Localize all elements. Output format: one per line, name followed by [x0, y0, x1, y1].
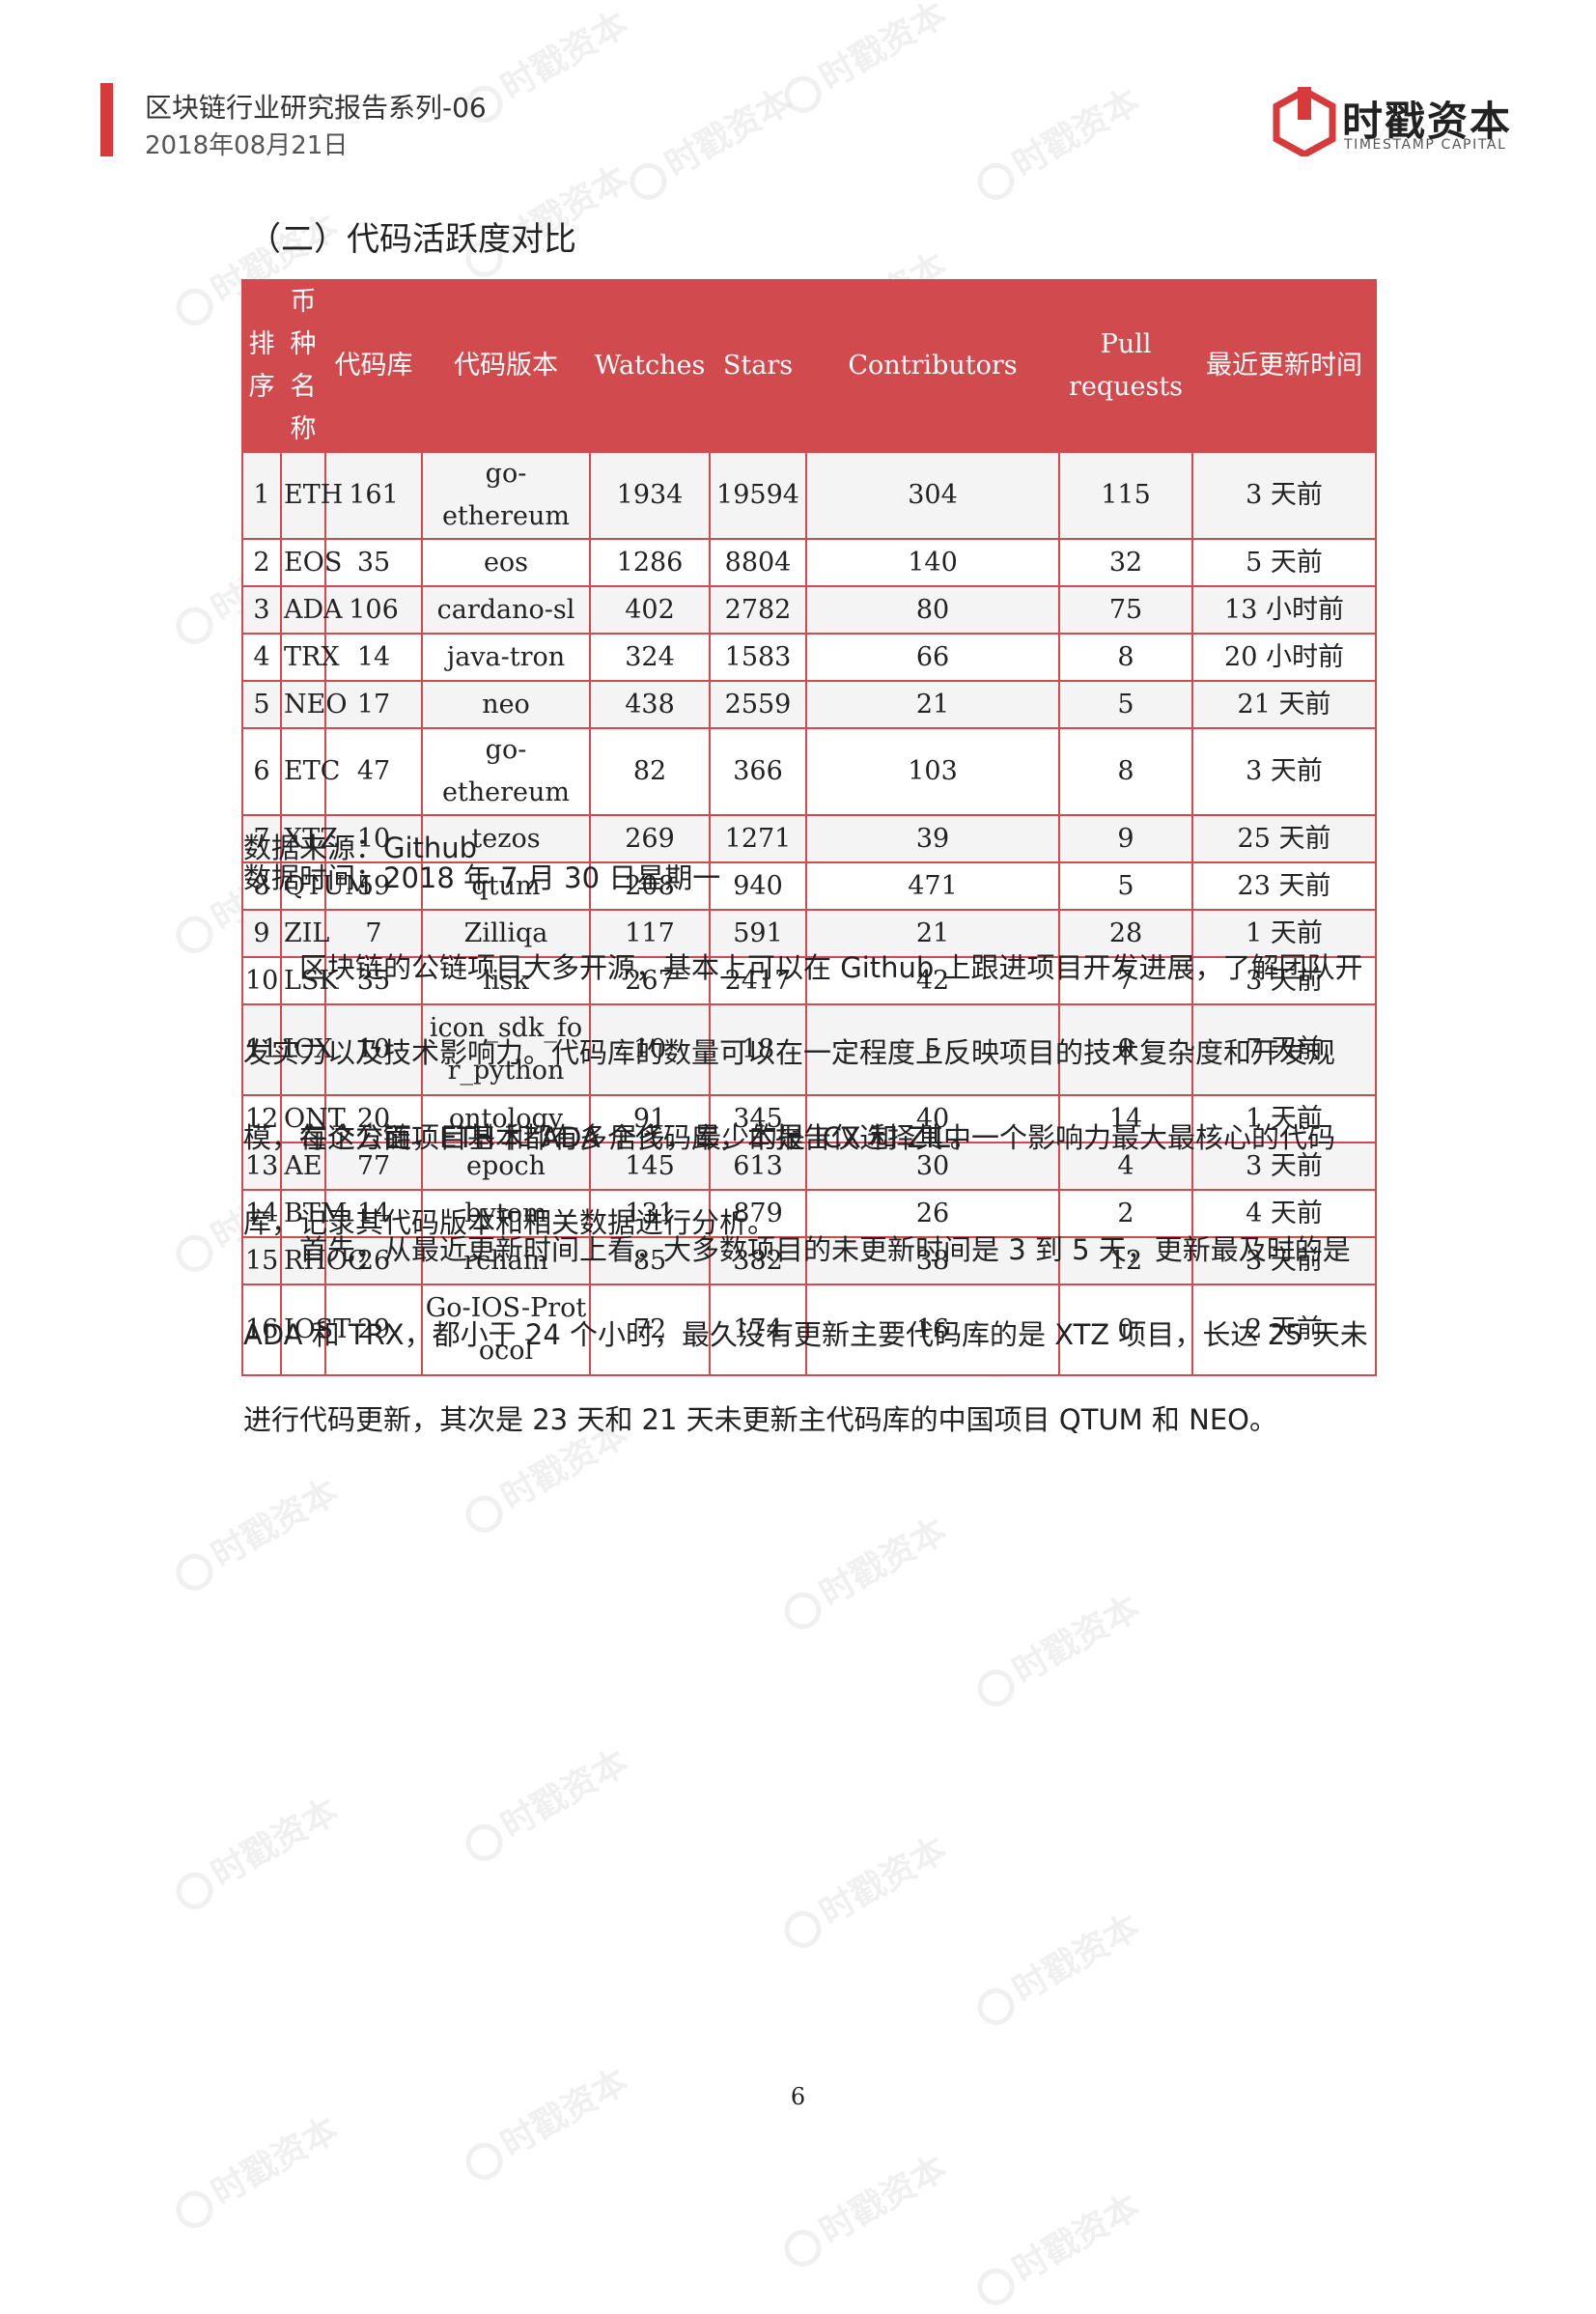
page-number: 6 — [790, 2083, 806, 2110]
cell-pull-requests: 8 — [1058, 727, 1193, 816]
cell-rank: 6 — [241, 727, 282, 816]
header-contributors: Contributors — [805, 279, 1060, 453]
cell-pull-requests: 32 — [1058, 538, 1193, 587]
cell-watches: 438 — [589, 680, 711, 729]
cell-rank: 2 — [241, 538, 282, 587]
cell-pull-requests: 75 — [1058, 585, 1193, 635]
section-heading: （二）代码活跃度对比 — [248, 220, 576, 259]
watermark-logo-icon — [970, 2261, 1022, 2312]
cell-stars: 1271 — [709, 814, 807, 863]
cell-stars: 19594 — [709, 451, 807, 540]
cell-repos: 14 — [324, 633, 423, 682]
table-row: 3 ADA 106 cardano-sl 402 2782 80 75 13 小时前 — [241, 585, 1377, 635]
cell-watches: 324 — [589, 633, 711, 682]
table-row: 6 ETC 47 go-ethereum 82 366 103 8 3 天前 — [241, 727, 1377, 816]
cell-stars: 8804 — [709, 538, 807, 587]
cell-repo-name: neo — [421, 680, 591, 729]
cell-watches: 82 — [589, 727, 711, 816]
table-row: 5 NEO 17 neo 438 2559 21 5 21 天前 — [241, 680, 1377, 729]
cell-coin: EOS — [280, 538, 342, 587]
cell-contributors: 39 — [805, 814, 1060, 863]
table-row: 4 TRX 14 java-tron 324 1583 66 8 20 小时前 — [241, 633, 1377, 682]
header-rank: 排序 — [241, 279, 282, 453]
cell-rank: 3 — [241, 585, 282, 635]
cell-repo-name: go-ethereum — [421, 451, 591, 540]
header-pull-requests: Pull requests — [1058, 279, 1193, 453]
cell-updated: 21 天前 — [1191, 680, 1377, 729]
time-note: 数据时间：2018 年 7 月 30 日星期一 — [243, 861, 721, 894]
cell-contributors: 21 — [805, 680, 1060, 729]
cell-updated: 20 小时前 — [1191, 633, 1377, 682]
table-header-row: 排序 币种 名称 代码库 代码版本 Watches Stars Contribut… — [241, 279, 1377, 453]
cell-updated: 25 天前 — [1191, 814, 1377, 863]
cell-coin: ADA — [280, 585, 343, 635]
paragraph-3: 首先，从最近更新时间上看，大多数项目的未更新时间是 3 到 5 天，更新最及时的… — [243, 1233, 1368, 1436]
logo-subtitle: TIMESTAMP CAPITAL — [1344, 137, 1507, 153]
cell-coin: ETC — [280, 727, 340, 816]
cell-updated: 23 天前 — [1191, 861, 1377, 911]
cell-contributors: 304 — [805, 451, 1060, 540]
cell-stars: 366 — [709, 727, 807, 816]
cell-stars: 1583 — [709, 633, 807, 682]
cell-pull-requests: 8 — [1058, 633, 1193, 682]
cell-contributors: 66 — [805, 633, 1060, 682]
cell-watches: 402 — [589, 585, 711, 635]
cell-contributors: 103 — [805, 727, 1060, 816]
cell-stars: 2782 — [709, 585, 807, 635]
cell-pull-requests: 9 — [1058, 814, 1193, 863]
header-watches: Watches — [589, 279, 711, 453]
header-repo-name: 代码版本 — [421, 279, 591, 453]
cell-watches: 1934 — [589, 451, 711, 540]
cell-contributors: 471 — [805, 861, 1060, 911]
cell-updated: 3 天前 — [1191, 451, 1377, 540]
cell-repo-name: go-ethereum — [421, 727, 591, 816]
cell-rank: 4 — [241, 633, 282, 682]
cell-repo-name: cardano-sl — [421, 585, 591, 635]
cell-repos: 47 — [324, 727, 423, 816]
company-logo: 时戳资本 TIMESTAMP CAPITAL — [1273, 87, 1514, 156]
header-coin: 币种 名称 — [280, 279, 326, 453]
cell-updated: 5 天前 — [1191, 538, 1377, 587]
header-repos: 代码库 — [324, 279, 423, 453]
document-page: 区块链行业研究报告系列-06 2018年08月21日 时戳资本 TIMESTAM… — [0, 0, 1596, 2259]
cell-stars: 940 — [709, 861, 807, 911]
header-updated: 最近更新时间 — [1191, 279, 1377, 453]
cell-pull-requests: 5 — [1058, 680, 1193, 729]
cell-coin: TRX — [280, 633, 340, 682]
cell-coin: NEO — [280, 680, 347, 729]
cell-repo-name: eos — [421, 538, 591, 587]
header-accent-bar — [100, 83, 113, 156]
cell-coin: ETH — [280, 451, 343, 540]
cell-repo-name: java-tron — [421, 633, 591, 682]
cell-updated: 13 小时前 — [1191, 585, 1377, 635]
table-row: 1 ETH 161 go-ethereum 1934 19594 304 115 3 天前 — [241, 451, 1377, 540]
header-stars: Stars — [709, 279, 807, 453]
cell-contributors: 80 — [805, 585, 1060, 635]
cell-pull-requests: 5 — [1058, 861, 1193, 911]
report-date: 2018年08月21日 — [145, 131, 349, 160]
table-row: 2 EOS 35 eos 1286 8804 140 32 5 天前 — [241, 538, 1377, 587]
cell-stars: 2559 — [709, 680, 807, 729]
cell-pull-requests: 115 — [1058, 451, 1193, 540]
cell-rank: 5 — [241, 680, 282, 729]
cell-rank: 1 — [241, 451, 282, 540]
logo-mark-icon — [1273, 87, 1336, 156]
cell-updated: 3 天前 — [1191, 727, 1377, 816]
cell-watches: 1286 — [589, 538, 711, 587]
report-series-title: 区块链行业研究报告系列-06 — [145, 92, 487, 124]
cell-contributors: 140 — [805, 538, 1060, 587]
